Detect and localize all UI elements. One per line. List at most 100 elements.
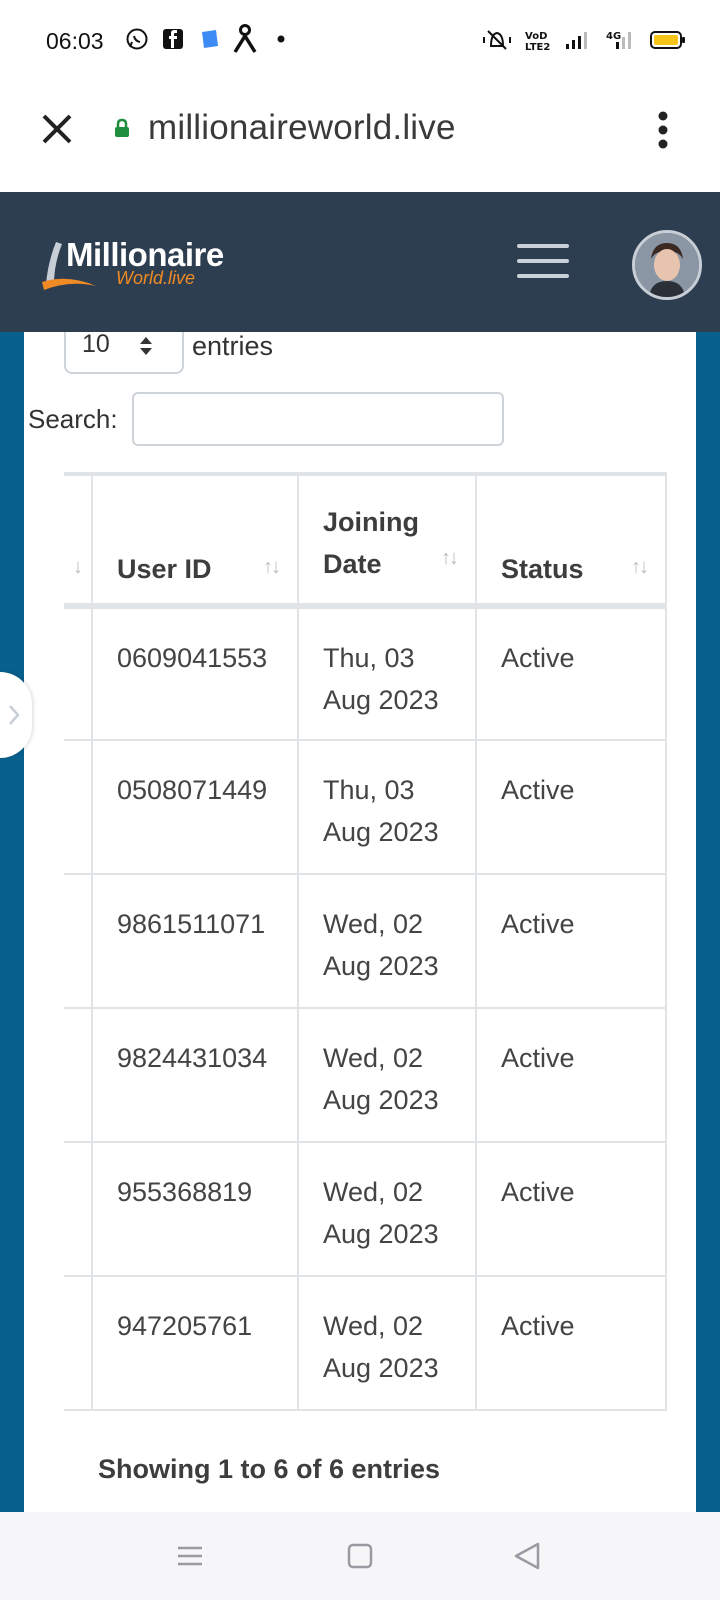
date-day: Thu, 03 (323, 643, 415, 673)
notification-icons (124, 24, 294, 53)
column-header-status[interactable]: Status ↑↓ (475, 472, 667, 609)
cell-user-id: 9861511071 (91, 873, 299, 1009)
cell-hidden (64, 1007, 93, 1143)
hamburger-line (517, 274, 569, 278)
cell-joining-date: Wed, 02 Aug 2023 (297, 873, 477, 1009)
table-row: 9861511071 Wed, 02 Aug 2023 Active (64, 873, 667, 1009)
date-month-year: Aug 2023 (323, 685, 439, 715)
table-row: 0609041553 Thu, 03 Aug 2023 Active (64, 605, 667, 741)
logo-text-bottom: World.live (116, 268, 196, 288)
column-title: User ID (117, 554, 212, 584)
table-row: 9824431034 Wed, 02 Aug 2023 Active (64, 1007, 667, 1143)
cell-hidden (64, 1275, 93, 1411)
hamburger-line (517, 244, 569, 248)
cell-joining-date: Wed, 02 Aug 2023 (297, 1141, 477, 1277)
cell-status: Active (475, 1275, 667, 1411)
search-control: Search: (28, 392, 504, 446)
table-row: 947205761 Wed, 02 Aug 2023 Active (64, 1275, 667, 1411)
users-card: 10 entries Search: ↓ User ID ↑↓ Joining D… (24, 332, 696, 1512)
column-header-hidden[interactable]: ↓ (64, 472, 93, 609)
system-nav-bar (0, 1512, 720, 1600)
svg-text:4G: 4G (606, 31, 621, 42)
users-table: ↓ User ID ↑↓ Joining Date ↑↓ Status ↑↓ 0609… (64, 472, 667, 1411)
sort-icon: ↑↓ (441, 547, 459, 569)
battery-icon (650, 30, 686, 55)
cell-status: Active (475, 605, 667, 741)
search-input[interactable] (131, 392, 504, 446)
recent-apps-button[interactable] (170, 1536, 210, 1576)
app-header: Millionaire World.live (0, 192, 720, 332)
date-day: Wed, 02 (323, 1043, 424, 1073)
browser-menu-button[interactable] (656, 110, 670, 150)
cell-status: Active (475, 1141, 667, 1277)
svg-text:LTE2: LTE2 (525, 42, 550, 52)
table-row: 0508071449 Thu, 03 Aug 2023 Active (64, 739, 667, 875)
entries-label: entries (192, 332, 274, 361)
date-day: Wed, 02 (323, 909, 424, 939)
date-month-year: Aug 2023 (323, 1085, 439, 1115)
user-avatar[interactable] (632, 230, 702, 300)
close-tab-button[interactable] (38, 110, 76, 148)
avatar-photo (635, 233, 699, 297)
messenger-icon (196, 26, 222, 52)
users-table-wrapper[interactable]: ↓ User ID ↑↓ Joining Date ↑↓ Status ↑↓ 0609… (64, 472, 667, 1411)
cell-hidden (64, 873, 93, 1009)
search-label: Search: (28, 403, 118, 434)
more-vertical-icon (658, 111, 668, 149)
svg-text:VoD: VoD (525, 31, 547, 42)
cell-joining-date: Wed, 02 Aug 2023 (297, 1275, 477, 1411)
4g-signal-icon: 4G (602, 29, 638, 56)
hamburger-line (517, 259, 569, 263)
menu-toggle-button[interactable] (517, 244, 569, 278)
column-title: Status (501, 554, 584, 584)
back-button[interactable] (508, 1536, 548, 1576)
close-icon (42, 114, 72, 144)
sort-icon: ↑↓ (631, 556, 649, 578)
sidebar-handle[interactable] (0, 672, 32, 758)
app-icon (232, 24, 258, 53)
cell-user-id: 947205761 (91, 1275, 299, 1411)
date-month-year: Aug 2023 (323, 817, 439, 847)
table-info-text: Showing 1 to 6 of 6 entries (98, 1454, 441, 1484)
table-row: 955368819 Wed, 02 Aug 2023 Active (64, 1141, 667, 1277)
column-title: Joining Date (323, 507, 419, 579)
signal-icon (564, 29, 590, 56)
cell-status: Active (475, 1007, 667, 1143)
cell-user-id: 0508071449 (91, 739, 299, 875)
cell-user-id: 955368819 (91, 1141, 299, 1277)
home-button[interactable] (340, 1536, 380, 1576)
column-header-joining-date[interactable]: Joining Date ↑↓ (297, 472, 477, 609)
date-month-year: Aug 2023 (323, 1353, 439, 1383)
cell-joining-date: Thu, 03 Aug 2023 (297, 739, 477, 875)
square-icon (347, 1543, 373, 1569)
status-bar: 06:03 VoD LTE2 4G (0, 0, 720, 88)
cell-user-id: 9824431034 (91, 1007, 299, 1143)
status-time: 06:03 (46, 28, 104, 54)
browser-toolbar: millionaireworld.live (0, 88, 720, 192)
date-day: Wed, 02 (323, 1311, 424, 1341)
url-text[interactable]: millionaireworld.live (148, 108, 456, 148)
system-icons: VoD LTE2 4G (482, 28, 686, 57)
cell-hidden (64, 1141, 93, 1277)
sort-icon: ↓ (73, 556, 83, 578)
date-month-year: Aug 2023 (323, 951, 439, 981)
cell-user-id: 0609041553 (91, 605, 299, 741)
column-header-user-id[interactable]: User ID ↑↓ (91, 472, 299, 609)
cell-joining-date: Thu, 03 Aug 2023 (297, 605, 477, 741)
page-length-value: 10 (82, 332, 110, 358)
whatsapp-icon (124, 26, 150, 52)
volte-icon: VoD LTE2 (524, 28, 552, 57)
back-triangle-icon (514, 1542, 540, 1570)
facebook-icon (160, 26, 186, 52)
site-logo[interactable]: Millionaire World.live (40, 236, 240, 296)
page-length-control: 10 entries (64, 332, 273, 374)
sort-icon: ↑↓ (263, 556, 281, 578)
cell-status: Active (475, 739, 667, 875)
cell-status: Active (475, 873, 667, 1009)
menu-icon (178, 1546, 202, 1566)
page-length-select[interactable]: 10 (64, 332, 184, 374)
table-header-row: ↓ User ID ↑↓ Joining Date ↑↓ Status ↑↓ (64, 472, 667, 609)
date-day: Thu, 03 (323, 775, 415, 805)
select-arrows-icon (140, 337, 152, 355)
date-month-year: Aug 2023 (323, 1219, 439, 1249)
